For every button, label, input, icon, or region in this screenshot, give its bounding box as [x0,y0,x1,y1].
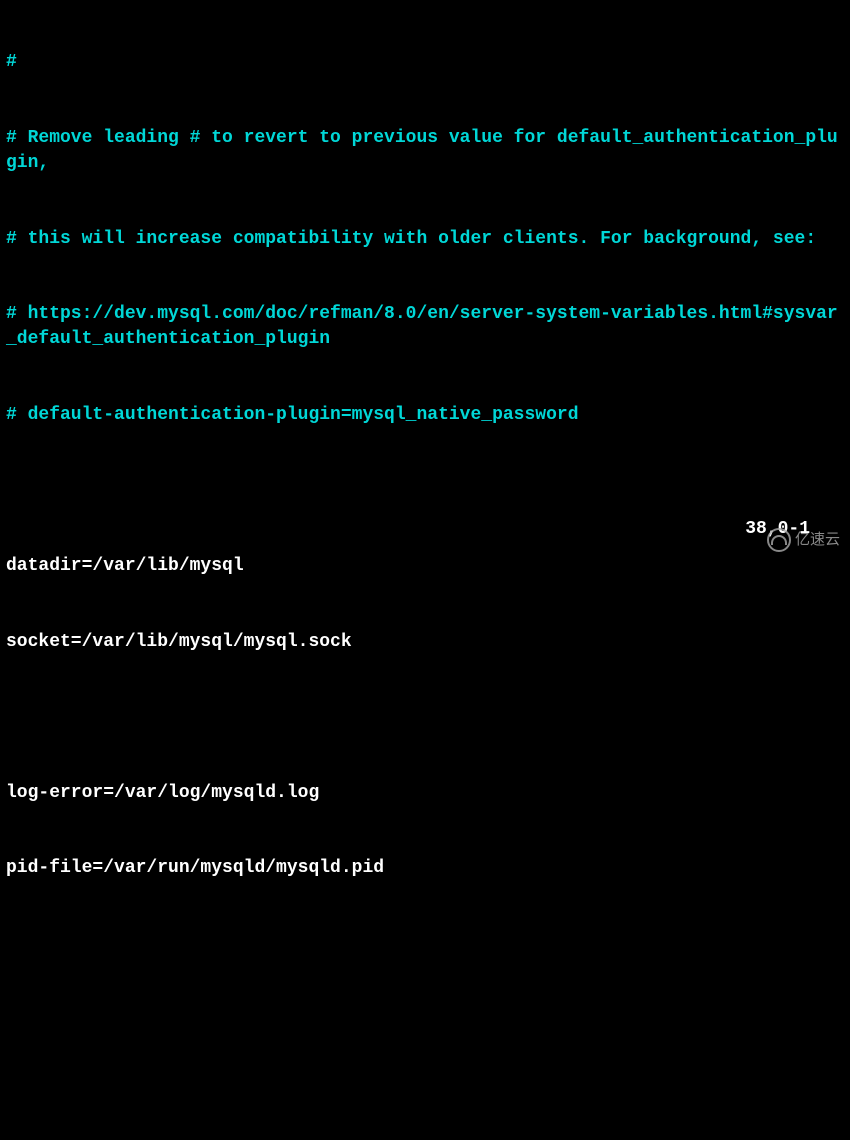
blank-line [6,1008,844,1033]
config-line-socket: socket=/var/lib/mysql/mysql.sock [6,630,844,655]
terminal-output[interactable]: # # Remove leading # to revert to previo… [6,0,844,1140]
cloud-icon [767,528,791,552]
watermark: 亿速云 [767,528,840,552]
blank-line [6,479,844,504]
config-comment-line: # this will increase compatibility with … [6,227,844,252]
config-comment-line: # Remove leading # to revert to previous… [6,126,844,176]
config-comment-line: # https://dev.mysql.com/doc/refman/8.0/e… [6,302,844,352]
config-line-pidfile: pid-file=/var/run/mysqld/mysqld.pid [6,856,844,881]
blank-line [6,705,844,730]
config-line-datadir: datadir=/var/lib/mysql [6,554,844,579]
blank-line [6,1083,844,1108]
config-comment-line: # [6,50,844,75]
blank-line [6,932,844,957]
watermark-text: 亿速云 [795,530,840,551]
config-line-logerror: log-error=/var/log/mysqld.log [6,781,844,806]
config-comment-line: # default-authentication-plugin=mysql_na… [6,403,844,428]
